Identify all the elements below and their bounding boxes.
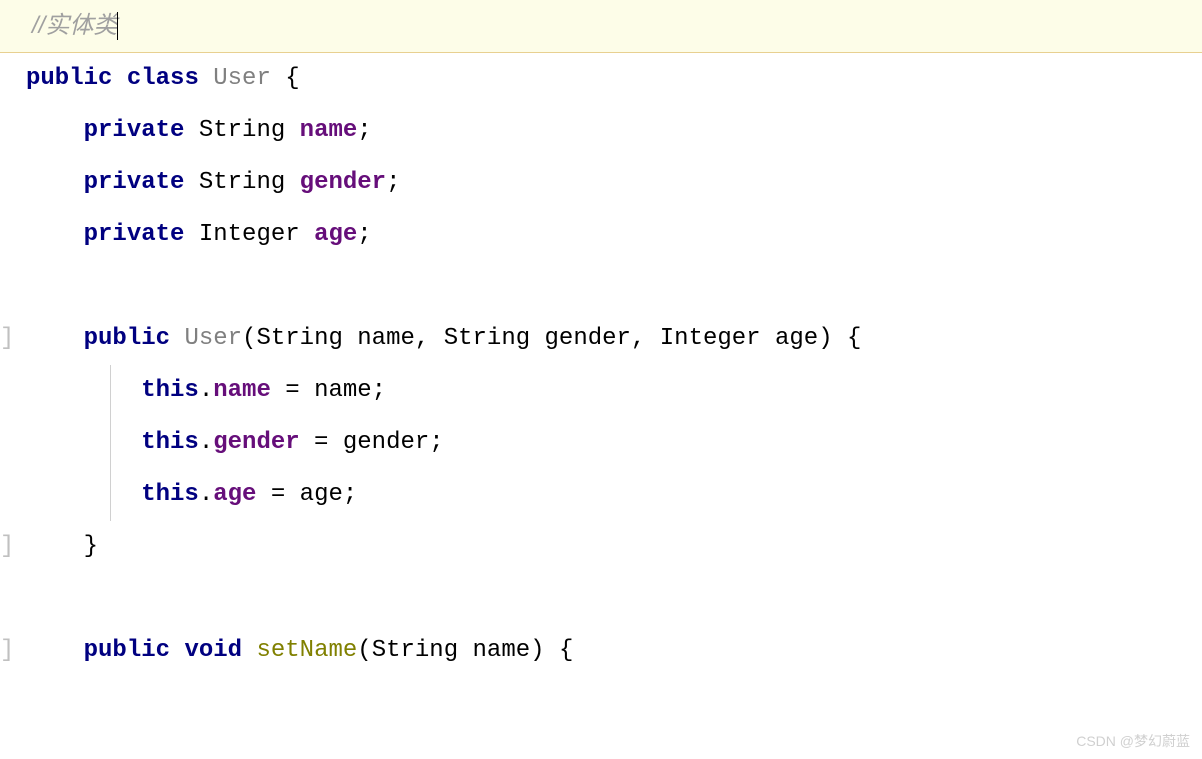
dot: . <box>199 429 213 456</box>
type-string: String <box>199 169 285 196</box>
code-line-blank[interactable] <box>0 573 1202 625</box>
keyword-void: void <box>184 637 242 664</box>
type-integer: Integer <box>660 325 761 352</box>
method-setname: setName <box>256 637 357 664</box>
param-name: name <box>473 637 531 664</box>
fold-mark-icon[interactable]: ] <box>0 313 14 365</box>
keyword-private: private <box>84 169 185 196</box>
param-name: name <box>357 325 415 352</box>
keyword-this: this <box>141 377 199 404</box>
brace-open: { <box>285 65 299 92</box>
watermark-text: CSDN @梦幻蔚蓝 <box>1076 731 1190 751</box>
constructor-name: User <box>184 325 242 352</box>
type-integer: Integer <box>199 221 300 248</box>
param-gender: gender <box>343 429 429 456</box>
field-name: name <box>213 377 271 404</box>
code-editor[interactable]: //实体类 public class User { private String… <box>0 0 1202 677</box>
type-string: String <box>444 325 530 352</box>
field-gender: gender <box>213 429 299 456</box>
code-line-field-gender[interactable]: private String gender; <box>0 157 1202 209</box>
keyword-class: class <box>127 65 199 92</box>
type-string: String <box>199 117 285 144</box>
field-name: name <box>300 117 358 144</box>
field-gender: gender <box>300 169 386 196</box>
param-gender: gender <box>545 325 631 352</box>
equals: = <box>271 377 314 404</box>
code-line-field-name[interactable]: private String name; <box>0 105 1202 157</box>
code-line-brace-close[interactable]: ] } <box>0 521 1202 573</box>
type-string: String <box>256 325 342 352</box>
keyword-public: public <box>84 637 170 664</box>
keyword-public: public <box>84 325 170 352</box>
text-cursor <box>117 12 118 40</box>
keyword-private: private <box>84 117 185 144</box>
code-line-assign-gender[interactable]: this.gender = gender; <box>0 417 1202 469</box>
keyword-this: this <box>141 481 199 508</box>
fold-mark-icon[interactable]: ] <box>0 521 14 573</box>
equals: = <box>256 481 299 508</box>
semicolon: ; <box>343 481 357 508</box>
param-name: name <box>314 377 372 404</box>
param-age: age <box>300 481 343 508</box>
brace-open: { <box>559 637 573 664</box>
keyword-public: public <box>26 65 112 92</box>
code-line-setname[interactable]: ] public void setName(String name) { <box>0 625 1202 677</box>
paren-open: ( <box>357 637 371 664</box>
fold-mark-icon[interactable]: ] <box>0 625 14 677</box>
comma: , <box>631 325 645 352</box>
semicolon: ; <box>429 429 443 456</box>
brace-close: } <box>84 533 98 560</box>
classname-user: User <box>213 65 271 92</box>
code-line-class-decl[interactable]: public class User { <box>0 53 1202 105</box>
semicolon: ; <box>357 117 371 144</box>
dot: . <box>199 377 213 404</box>
equals: = <box>300 429 343 456</box>
type-string: String <box>372 637 458 664</box>
code-line-field-age[interactable]: private Integer age; <box>0 209 1202 261</box>
code-line-assign-age[interactable]: this.age = age; <box>0 469 1202 521</box>
keyword-private: private <box>84 221 185 248</box>
keyword-this: this <box>141 429 199 456</box>
paren-close: ) <box>818 325 832 352</box>
comma: , <box>415 325 429 352</box>
paren-close: ) <box>530 637 544 664</box>
semicolon: ; <box>357 221 371 248</box>
code-line-comment[interactable]: //实体类 <box>0 0 1202 53</box>
code-line-assign-name[interactable]: this.name = name; <box>0 365 1202 417</box>
code-line-blank[interactable] <box>0 261 1202 313</box>
dot: . <box>199 481 213 508</box>
field-age: age <box>213 481 256 508</box>
code-line-constructor[interactable]: ] public User(String name, String gender… <box>0 313 1202 365</box>
semicolon: ; <box>386 169 400 196</box>
comment-text: //实体类 <box>0 0 117 52</box>
brace-open: { <box>847 325 861 352</box>
semicolon: ; <box>372 377 386 404</box>
paren-open: ( <box>242 325 256 352</box>
param-age: age <box>775 325 818 352</box>
field-age: age <box>314 221 357 248</box>
